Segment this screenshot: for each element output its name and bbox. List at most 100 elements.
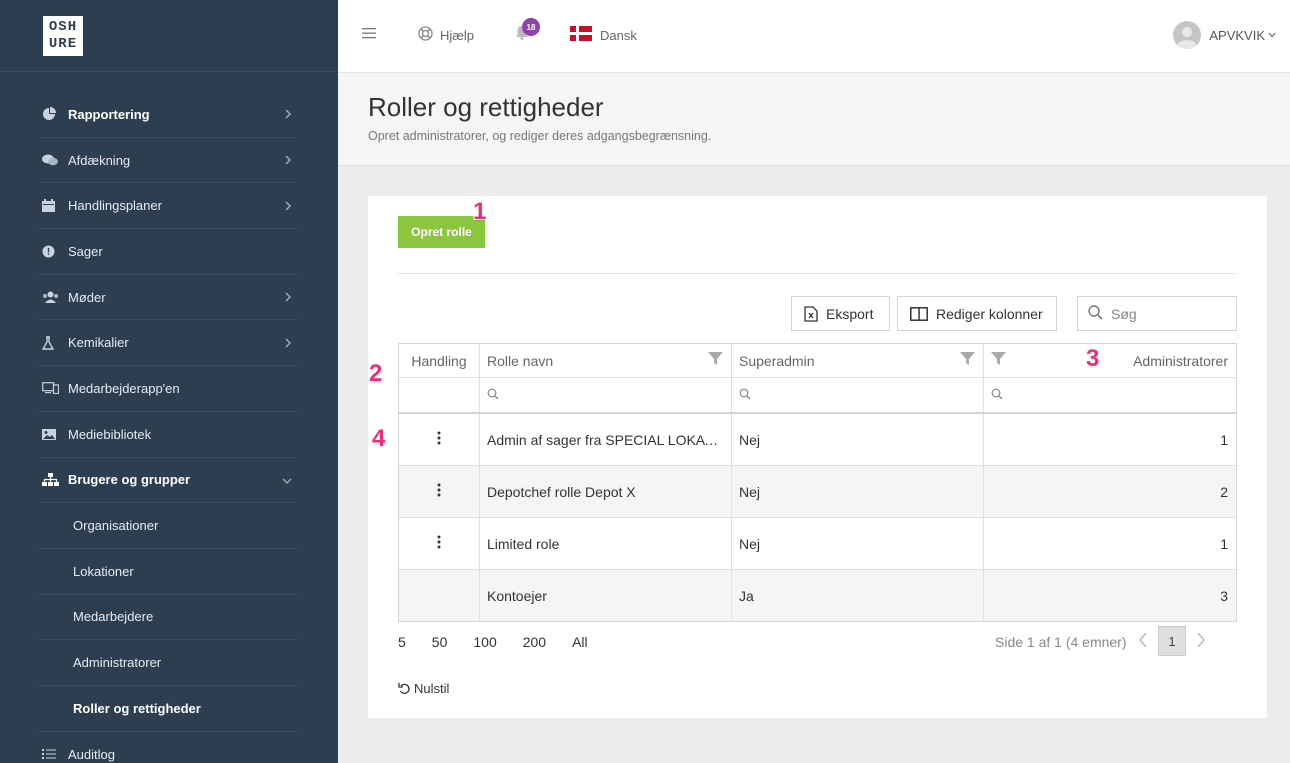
vertical-dots-icon [437, 483, 441, 500]
table-filter-row [399, 378, 1236, 414]
calendar-icon [38, 199, 60, 213]
row-action-menu-button[interactable] [399, 466, 480, 517]
page-size-option[interactable]: All [572, 634, 588, 650]
sidebar-item-afdaekning[interactable]: Afdækning [38, 138, 298, 184]
export-button[interactable]: Eksport [791, 296, 890, 331]
sidebar-item-brugere-og-grupper[interactable]: Brugere og grupper [38, 458, 298, 504]
sidebar-item-sager[interactable]: Sager [38, 229, 298, 275]
sidebar-item-moeder[interactable]: Møder [38, 275, 298, 321]
topbar: Hjælp 18 Dansk APVKVIK [338, 0, 1290, 73]
search-icon [739, 387, 751, 403]
exclamation-circle-icon [38, 245, 60, 258]
administrators-cell: 3 [1220, 587, 1228, 604]
chevron-down-icon [282, 472, 292, 488]
table-row[interactable]: Depotchef rolle Depot X Nej 2 [399, 466, 1236, 518]
sidebar-subitem-roller-og-rettigheder[interactable]: Roller og rettigheder [38, 686, 298, 732]
column-header-role-name[interactable]: Rolle navn [480, 344, 732, 377]
annotation-marker-2: 2 [369, 360, 383, 387]
columns-icon [910, 306, 928, 321]
export-icon [804, 305, 818, 322]
create-role-button[interactable]: Opret rolle [398, 216, 485, 248]
filter-icon[interactable] [991, 352, 1006, 369]
search-input[interactable] [1111, 305, 1221, 322]
sidebar-subitem-medarbejdere[interactable]: Medarbejdere [38, 595, 298, 641]
superadmin-cell: Nej [732, 414, 984, 465]
filter-cell-role-name[interactable] [480, 378, 732, 412]
hamburger-icon [362, 27, 376, 42]
column-header-administrators[interactable]: Administratorer [984, 344, 1236, 377]
sidebar-item-auditlog[interactable]: Auditlog [38, 732, 298, 763]
sidebar-item-mediebibliotek[interactable]: Mediebibliotek [38, 412, 298, 458]
user-name: APVKVIK [1209, 27, 1265, 43]
sidebar-subitem-lokationer[interactable]: Lokationer [38, 549, 298, 595]
column-header-label: Superadmin [739, 352, 815, 369]
vertical-dots-icon [437, 535, 441, 552]
filter-icon[interactable] [708, 352, 723, 369]
filter-cell-superadmin[interactable] [732, 378, 984, 412]
row-action-menu-button[interactable] [399, 414, 480, 465]
sidebar-item-rapportering[interactable]: Rapportering [38, 92, 298, 138]
filter-cell-administrators[interactable] [984, 378, 1236, 412]
superadmin-cell: Nej [732, 518, 984, 569]
divider [398, 273, 1237, 274]
sidebar-item-label: Rapportering [68, 106, 150, 122]
edit-columns-button[interactable]: Rediger kolonner [897, 296, 1057, 331]
table-row[interactable]: Kontoejer Ja 3 [399, 570, 1236, 621]
pie-chart-icon [38, 107, 60, 121]
chevron-right-icon [284, 106, 292, 122]
role-name: Admin af sager fra SPECIAL LOKATION [487, 431, 724, 448]
hamburger-menu-button[interactable] [362, 27, 376, 42]
page-size-option[interactable]: 200 [523, 634, 546, 650]
export-label: Eksport [826, 305, 874, 322]
sidebar-item-label: Kemikalier [68, 335, 129, 351]
notifications-button[interactable]: 18 [515, 18, 540, 43]
page-size-option[interactable]: 5 [398, 634, 406, 650]
column-header-superadmin[interactable]: Superadmin [732, 344, 984, 377]
sidebar-item-label: Møder [68, 289, 106, 305]
user-menu[interactable]: APVKVIK [1173, 21, 1276, 49]
reset-label: Nulstil [414, 681, 450, 696]
column-header-handling[interactable]: Handling [399, 344, 480, 377]
sidebar-item-kemikalier[interactable]: Kemikalier [38, 320, 298, 367]
help-label: Hjælp [440, 27, 474, 43]
reset-button[interactable]: Nulstil [398, 681, 449, 696]
search-icon [1088, 304, 1103, 323]
sidebar-item-label: Brugere og grupper [68, 472, 191, 488]
table-header-row: Handling Rolle navn Superadmin Administr… [399, 344, 1236, 378]
role-name: Kontoejer [487, 587, 547, 604]
chevron-right-icon [284, 335, 292, 351]
row-action-menu-button[interactable] [399, 518, 480, 569]
help-link[interactable]: Hjælp [418, 26, 474, 44]
sidebar-subitem-administratorer[interactable]: Administratorer [38, 640, 298, 686]
undo-icon [398, 682, 411, 695]
sidebar-item-medarbejderappen[interactable]: Medarbejderapp'en [38, 366, 298, 412]
sidebar-subitem-label: Administratorer [73, 655, 162, 671]
language-label: Dansk [600, 27, 637, 43]
search-icon [487, 387, 499, 403]
page-size-option[interactable]: 100 [473, 634, 496, 650]
page-number-button[interactable]: 1 [1158, 626, 1186, 656]
chevron-right-icon [284, 198, 292, 214]
logo-area: OSH URE [0, 0, 338, 72]
sidebar-item-label: Handlingsplaner [68, 198, 162, 214]
page-size-option[interactable]: 50 [432, 634, 448, 650]
sidebar-item-label: Afdækning [68, 152, 131, 168]
lifebuoy-icon [418, 26, 433, 44]
sidebar-item-label: Medarbejderapp'en [68, 380, 180, 396]
language-selector[interactable]: Dansk [570, 26, 637, 44]
table-row[interactable]: Admin af sager fra SPECIAL LOKATION Nej … [399, 414, 1236, 466]
next-page-button[interactable] [1196, 631, 1206, 652]
column-header-label: Rolle navn [487, 352, 554, 369]
sidebar-item-handlingsplaner[interactable]: Handlingsplaner [38, 183, 298, 230]
roles-table: Handling Rolle navn Superadmin Administr… [398, 343, 1237, 622]
sidebar-subitem-organisationer[interactable]: Organisationer [38, 503, 298, 549]
annotation-marker-3: 3 [1086, 345, 1100, 372]
filter-icon[interactable] [960, 352, 975, 369]
prev-page-button[interactable] [1138, 631, 1148, 652]
search-box[interactable] [1077, 296, 1237, 331]
role-name-cell: Kontoejer [480, 570, 732, 621]
table-row[interactable]: Limited role Nej 1 [399, 518, 1236, 570]
logo[interactable]: OSH URE [43, 15, 83, 56]
devices-icon [38, 382, 60, 395]
sidebar-nav: Rapportering Afdækning Handlingsplaner S… [38, 92, 298, 763]
